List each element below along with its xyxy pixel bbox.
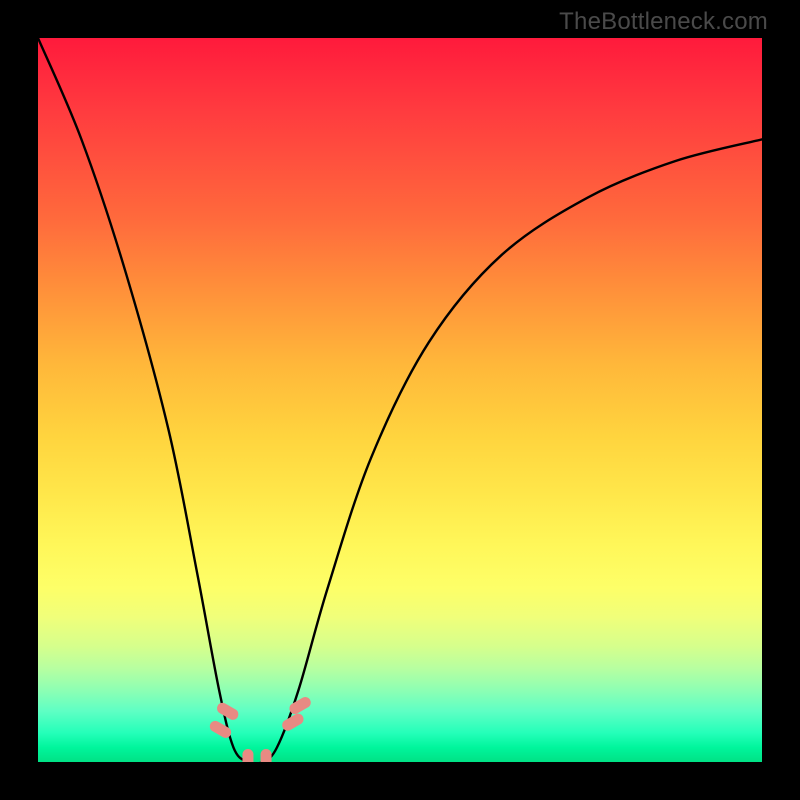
data-marker — [281, 712, 305, 732]
curve-path — [38, 38, 762, 762]
bottleneck-curve — [38, 38, 762, 762]
watermark-text: TheBottleneck.com — [559, 8, 768, 36]
plot-area — [38, 38, 762, 762]
data-marker — [208, 720, 232, 740]
chart-frame: TheBottleneck.com — [0, 0, 800, 800]
data-marker — [216, 701, 240, 721]
curve-markers — [208, 696, 312, 762]
data-marker — [261, 750, 271, 762]
data-marker — [288, 696, 312, 716]
data-marker — [243, 750, 253, 762]
